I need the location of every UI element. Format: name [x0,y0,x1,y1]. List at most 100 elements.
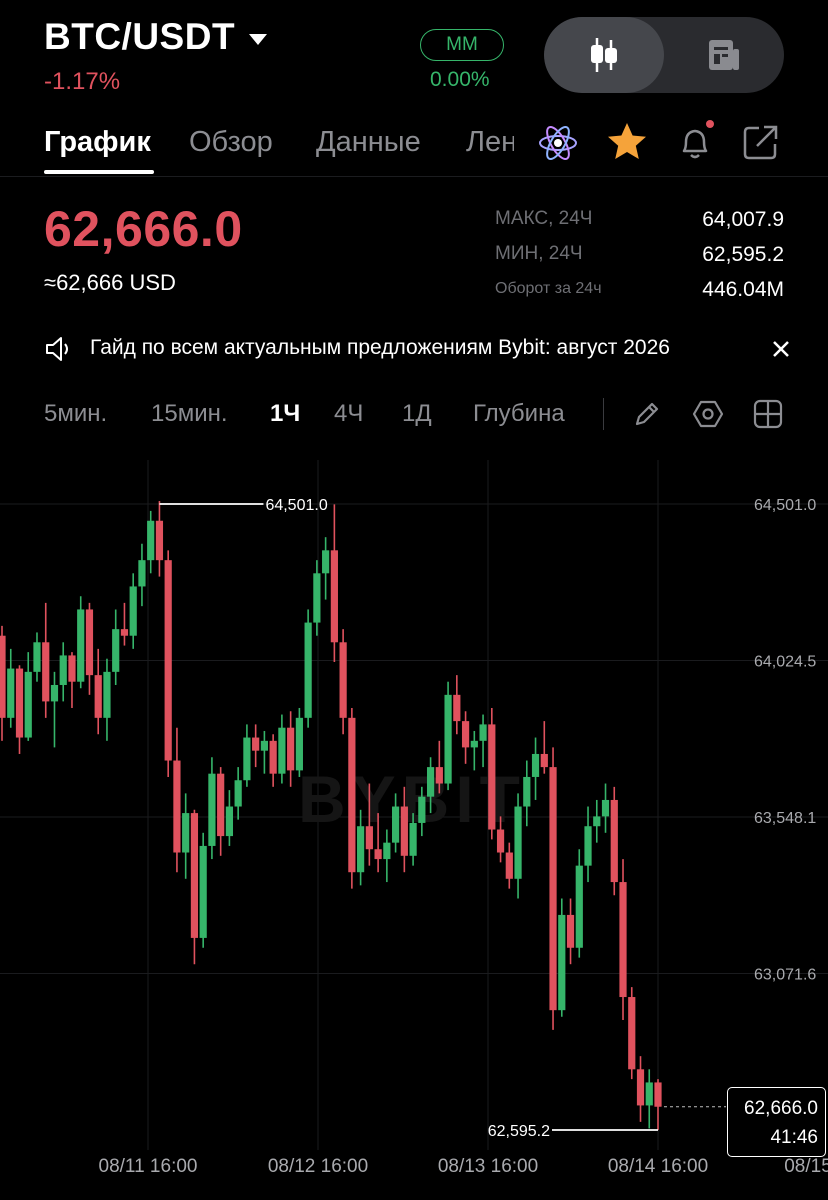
candle [287,711,295,787]
candlestick-chart[interactable]: BYBIT 64,501.064,024.563,548.163,071.6 0… [0,460,828,1190]
pair-selector[interactable]: BTC/USDT [44,16,268,58]
candle [304,609,312,728]
close-icon[interactable] [771,339,791,364]
candle [190,809,199,965]
x-tick-label: 08/13 16:00 [438,1156,538,1177]
candle-body [225,806,234,837]
candle [610,786,618,896]
interval-1d[interactable]: 1Д [402,400,432,428]
share-icon[interactable] [741,122,781,167]
interval-1h[interactable]: 1Ч [270,400,300,428]
interval-15m[interactable]: 15мин. [151,400,228,428]
candle [103,658,111,741]
candle [295,707,303,777]
candle [33,632,41,682]
interval-4h[interactable]: 4Ч [334,400,363,428]
candle-body [94,675,102,718]
x-tick-label: 08/11 16:00 [99,1156,198,1177]
candle [540,721,548,774]
candle-body [357,826,365,873]
candle-body [304,622,312,718]
candle-body [287,727,295,771]
view-toggle[interactable] [544,17,784,93]
candle-body [85,609,94,676]
atom-icon[interactable] [537,122,579,169]
y-tick-label: 64,501.0 [754,497,816,514]
mm-value: 0.00% [430,68,490,91]
candle [77,596,85,689]
candle [225,790,234,846]
candle [42,602,50,718]
candle [313,560,321,636]
candle [322,537,330,600]
interval-5m[interactable]: 5мин. [44,400,107,428]
orderbook-icon[interactable] [664,17,784,93]
tab-chart[interactable]: График [44,126,151,159]
candle [68,652,76,708]
settings-hexagon-icon[interactable] [692,398,724,435]
tab-data[interactable]: Данные [316,126,421,159]
stat-turnover-label: Оборот за 24ч [495,280,602,297]
candle-body [392,806,400,843]
candle-body [531,753,540,777]
candle [155,501,164,577]
candle [601,783,610,833]
candle-body [112,629,120,672]
candle [94,648,102,735]
candle-body [243,737,251,781]
interval-depth[interactable]: Глубина [473,400,565,428]
candle [514,793,522,899]
candle-body [313,573,321,623]
tab-active-underline [44,170,154,174]
candle-body [190,813,199,938]
candle-body [252,737,260,751]
candle [138,543,146,607]
candle-body [479,724,487,741]
candle-body [173,760,181,853]
mm-badge[interactable]: MM [420,29,504,61]
candle-body [120,629,129,636]
pencil-icon[interactable] [632,399,662,434]
candle-body [33,642,41,672]
candle-body [374,849,382,860]
candle [85,602,94,695]
candle-body [426,767,435,797]
candle-body [77,609,85,682]
candle-body [505,852,513,879]
candle-body [260,740,268,751]
candle [584,806,592,883]
candle [164,550,172,777]
candle [575,849,583,958]
layout-grid-icon[interactable] [752,398,784,435]
candle [444,681,452,791]
candle [339,629,347,735]
candle [120,602,129,646]
stat-turnover-value: 446.04M [702,278,784,301]
candle [24,652,32,741]
candle-body [330,550,338,643]
candle [505,842,513,889]
candle [636,1056,645,1122]
candle-body [654,1082,662,1107]
candle-body [68,655,76,682]
candle [278,714,286,784]
candle-body [322,550,330,574]
star-icon[interactable] [605,120,649,169]
candle-body [138,560,146,587]
y-axis-ticks: 64,501.0 64,024.5 63,548.1 63,071.6 [754,497,816,984]
pair-label: BTC/USDT [44,16,236,57]
candle [619,859,627,1021]
candle [628,987,636,1080]
candle [453,675,461,735]
tab-feed[interactable]: Лен [466,126,514,159]
candle-body [645,1082,653,1106]
candle [488,707,496,840]
announcement-bar[interactable]: Гайд по всем актуальным предложениям Byb… [0,326,828,372]
bell-icon[interactable] [674,120,718,169]
candlestick-icon[interactable] [544,17,664,93]
candle-body [50,684,59,702]
tab-overview[interactable]: Обзор [189,126,273,159]
tab-bar: График Обзор Данные Лен [0,112,828,176]
announcement-text[interactable]: Гайд по всем актуальным предложениям Byb… [90,336,670,360]
last-price: 62,666.0 [44,201,243,257]
